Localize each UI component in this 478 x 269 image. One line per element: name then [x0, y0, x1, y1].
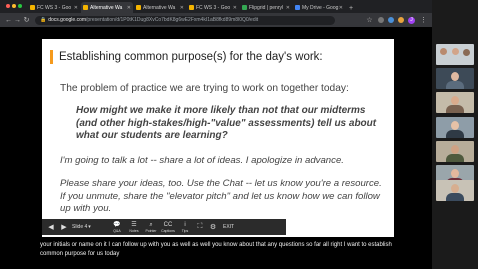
previous-slide-icon[interactable]: ◀ — [46, 223, 56, 231]
person-body — [446, 193, 464, 201]
slide-title: Establishing common purpose(s) for the d… — [50, 49, 380, 65]
tips-button[interactable]: i Tips — [178, 222, 192, 233]
person-head — [451, 121, 459, 130]
drive-favicon-icon — [295, 5, 300, 10]
person-head — [451, 72, 459, 81]
participant-panel — [432, 0, 478, 269]
person-body — [446, 105, 464, 113]
person-head — [451, 169, 459, 178]
extension-icon[interactable] — [378, 17, 384, 23]
captions-button[interactable]: CC Captions — [161, 222, 175, 233]
tab-3[interactable]: FC WS 3 - Goo ✕ — [187, 2, 239, 13]
person-head — [451, 145, 459, 154]
browser-tab-bar: FC WS 3 - Goo ✕ Alternative Wa ✕ Alternati… — [0, 0, 432, 13]
person-head — [452, 48, 459, 55]
talk-note: I'm going to talk a lot -- share a lot o… — [60, 155, 344, 166]
close-icon[interactable]: ✕ — [286, 5, 290, 11]
forward-icon[interactable]: → — [13, 17, 22, 24]
new-tab-icon[interactable]: + — [346, 5, 353, 12]
extension-icon[interactable] — [388, 17, 394, 23]
notes-icon: ☰ — [131, 221, 137, 228]
participant-tile[interactable] — [436, 68, 474, 89]
screen: FC WS 3 - Goo ✕ Alternative Wa ✕ Alternati… — [0, 0, 478, 269]
person-body — [446, 81, 464, 89]
live-caption: your initials or name on it I can follow… — [40, 242, 392, 257]
tab-label: Flipgrid | penryl — [249, 4, 284, 11]
participant-tile[interactable] — [436, 92, 474, 113]
close-icon[interactable]: ✕ — [233, 5, 237, 11]
presenter-controls: ◀ ▶ Slide 4 ▾ 💬 Q&A ☰ Notes ⌕ Pointer CC Capt… — [42, 219, 286, 235]
person-body — [446, 130, 464, 138]
person-body — [446, 154, 464, 162]
exit-button[interactable]: EXIT — [223, 224, 234, 230]
notes-label: Notes — [129, 228, 139, 233]
slides-favicon-icon — [83, 5, 88, 10]
participant-tile[interactable] — [436, 141, 474, 162]
pointer-button[interactable]: ⌕ Pointer — [144, 222, 158, 233]
title-accent-bar — [50, 50, 53, 64]
slide-title-text: Establishing common purpose(s) for the d… — [59, 51, 323, 63]
chevron-down-icon: ▾ — [88, 224, 91, 230]
captions-icon: CC — [163, 221, 173, 228]
tab-4[interactable]: Flipgrid | penryl ✕ — [240, 2, 292, 13]
person-head — [451, 184, 459, 193]
person-head — [463, 49, 470, 56]
flipgrid-favicon-icon — [242, 5, 247, 10]
tab-label: My Drive - Goog — [302, 4, 339, 11]
tab-label: FC WS 3 - Goo — [37, 4, 72, 11]
qa-label: Q&A — [113, 228, 121, 233]
participant-tile[interactable] — [436, 44, 474, 65]
tab-label: Alternative Wa — [143, 4, 176, 11]
person-head — [451, 96, 459, 105]
info-icon: i — [184, 221, 186, 228]
slide: Establishing common purpose(s) for the d… — [42, 39, 394, 237]
tab-2[interactable]: Alternative Wa ✕ — [134, 2, 186, 13]
reload-icon[interactable]: ↻ — [22, 16, 31, 24]
share-note: Please share your ideas, too. Use the Ch… — [60, 178, 382, 214]
captions-label: Captions — [161, 228, 175, 233]
slide-selector-label: Slide 4 — [72, 224, 88, 230]
browser-toolbar: ← → ↻ 🔒 docs.google.com/presentation/d/1… — [0, 13, 432, 27]
close-icon[interactable]: ✕ — [74, 5, 78, 11]
tab-1[interactable]: Alternative Wa ✕ — [81, 2, 133, 13]
tips-label: Tips — [181, 228, 189, 233]
slides-favicon-icon — [30, 5, 35, 10]
person-head — [440, 48, 447, 55]
slides-favicon-icon — [136, 5, 141, 10]
tab-label: FC WS 3 - Goo — [196, 4, 231, 11]
back-icon[interactable]: ← — [4, 17, 13, 24]
guiding-question: How might we make it more likely than no… — [76, 105, 377, 141]
gear-icon[interactable]: ⚙ — [208, 223, 218, 231]
tab-label: Alternative Wa — [90, 4, 123, 11]
more-vert-icon[interactable]: ⋮ — [419, 16, 428, 24]
extension-icon[interactable] — [398, 17, 404, 23]
close-icon[interactable]: ✕ — [339, 5, 343, 11]
star-icon[interactable]: ☆ — [365, 16, 374, 24]
tab-5[interactable]: My Drive - Goog ✕ — [293, 2, 345, 13]
lock-icon: 🔒 — [40, 17, 47, 23]
url-path: /presentation/d/1P0tK1Dug8XvCo7bdK8g6wE2… — [86, 17, 259, 23]
problem-statement: The problem of practice we are trying to… — [60, 83, 349, 94]
presentation-stage: Establishing common purpose(s) for the d… — [0, 27, 432, 269]
window-zoom-dot[interactable] — [18, 4, 22, 8]
participant-tile[interactable] — [436, 117, 474, 138]
profile-avatar[interactable]: J — [408, 16, 415, 24]
close-icon[interactable]: ✕ — [127, 5, 131, 11]
participant-tile[interactable] — [436, 180, 474, 201]
fullscreen-icon[interactable]: ⛶ — [195, 223, 205, 231]
window-close-dot[interactable] — [6, 4, 10, 8]
window-minimize-dot[interactable] — [12, 4, 16, 8]
slides-favicon-icon — [189, 5, 194, 10]
close-icon[interactable]: ✕ — [180, 5, 184, 11]
chat-icon: 💬 — [113, 221, 121, 228]
pointer-label: Pointer — [145, 228, 157, 233]
address-bar[interactable]: 🔒 docs.google.com/presentation/d/1P0tK1D… — [35, 15, 335, 25]
pointer-icon: ⌕ — [149, 221, 153, 228]
slide-selector[interactable]: Slide 4 ▾ — [72, 224, 94, 230]
url-host: docs.google.com — [48, 17, 87, 23]
notes-button[interactable]: ☰ Notes — [127, 222, 141, 233]
next-slide-icon[interactable]: ▶ — [59, 223, 69, 231]
tab-0[interactable]: FC WS 3 - Goo ✕ — [28, 2, 80, 13]
qa-button[interactable]: 💬 Q&A — [110, 222, 124, 233]
